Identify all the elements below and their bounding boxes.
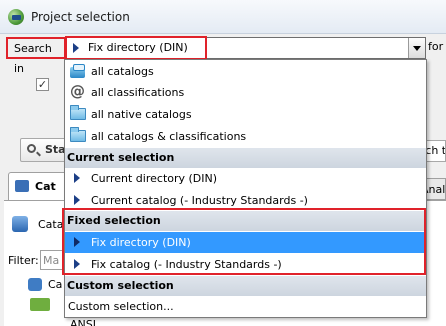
start-search-label: Sta <box>45 143 66 156</box>
catalog-books-icon <box>12 216 28 232</box>
option-label: Fix directory (DIN) <box>91 236 191 249</box>
window-title: Project selection <box>31 10 130 24</box>
option-all-native-catalogs[interactable]: all native catalogs <box>65 104 426 125</box>
folder-icon <box>70 127 86 142</box>
search-icon <box>27 144 36 153</box>
option-custom-selection[interactable]: Custom selection... <box>65 296 426 317</box>
option-current-catalog[interactable]: Current catalog (- Industry Standards -) <box>65 190 426 211</box>
search-in-label: Search in <box>6 37 66 75</box>
search-scope-combobox[interactable]: Fix directory (DIN) <box>65 37 426 59</box>
at-icon: @ <box>70 82 85 100</box>
triangle-icon <box>74 173 80 183</box>
triangle-icon <box>74 195 80 205</box>
title-bar: Project selection <box>0 0 446 34</box>
option-label: all catalogs <box>91 65 154 78</box>
option-label: all native catalogs <box>91 108 192 121</box>
folder-icon <box>70 105 86 120</box>
catalog-tree-icon <box>28 278 42 291</box>
option-fix-directory[interactable]: Fix directory (DIN) <box>65 232 426 253</box>
section-header-custom: Custom selection <box>65 276 426 296</box>
option-fix-catalog[interactable]: Fix catalog (- Industry Standards -) <box>65 254 426 275</box>
tab-catalogs-label: Cat <box>35 180 56 193</box>
option-all-classifications[interactable]: @ all classifications <box>65 82 426 103</box>
for-label: for <box>428 40 444 53</box>
section-header-current: Current selection <box>65 148 426 168</box>
triangle-icon <box>74 259 80 269</box>
search-scope-dropdown: all catalogs @ all classifications all n… <box>64 59 427 318</box>
tab-catalogs[interactable]: Cat <box>8 172 70 200</box>
dropdown-arrow-button[interactable] <box>408 38 425 58</box>
search-row: Search in Fix directory (DIN) for <box>0 34 446 75</box>
start-search-button[interactable]: Sta <box>20 138 66 162</box>
tree-item-label: Ca <box>48 278 63 291</box>
option-label: Current directory (DIN) <box>91 172 218 185</box>
tree-item-ansi[interactable]: ANSI <box>70 318 96 326</box>
background-checkbox[interactable]: ✓ <box>36 78 49 91</box>
filter-label: Filter: <box>8 254 39 267</box>
catalogs-icon <box>70 64 85 78</box>
triangle-icon <box>74 237 80 247</box>
option-all-catalogs[interactable]: all catalogs <box>65 61 426 82</box>
option-label: Fix catalog (- Industry Standards -) <box>91 258 282 271</box>
folder-icon <box>30 298 50 311</box>
app-icon <box>8 9 24 25</box>
catalog-header: Cata <box>12 214 64 236</box>
section-header-fixed: Fixed selection <box>65 211 426 231</box>
search-scope-value: Fix directory (DIN) <box>88 41 188 54</box>
option-current-directory[interactable]: Current directory (DIN) <box>65 168 426 189</box>
option-label: Custom selection... <box>68 300 174 313</box>
option-label: all classifications <box>91 86 185 99</box>
triangle-icon <box>73 43 79 53</box>
catalog-header-label: Cata <box>38 218 64 231</box>
filter-input[interactable]: Ma <box>40 250 64 270</box>
option-label: all catalogs & classifications <box>91 130 247 143</box>
option-label: Current catalog (- Industry Standards -) <box>91 194 308 207</box>
catalog-icon <box>15 180 29 192</box>
option-all-catalogs-classifications[interactable]: all catalogs & classifications <box>65 126 426 147</box>
